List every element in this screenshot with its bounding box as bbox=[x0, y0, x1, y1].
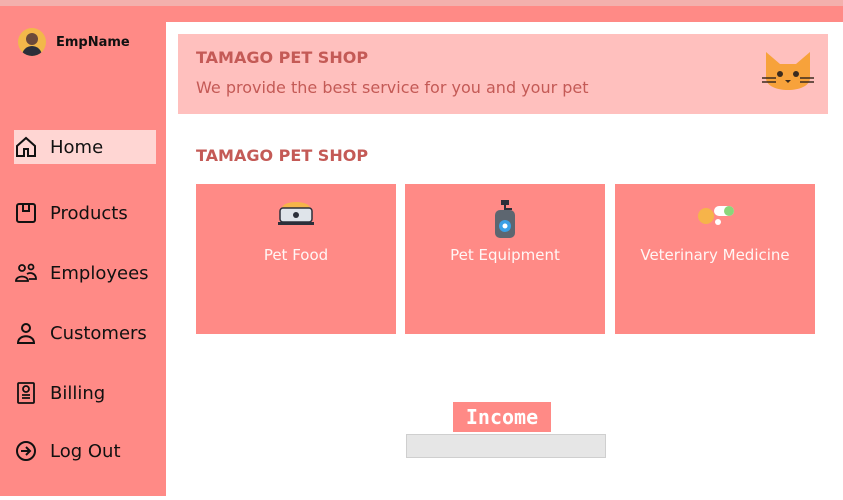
card-veterinary-medicine[interactable]: Veterinary Medicine bbox=[615, 184, 815, 334]
logout-icon bbox=[14, 439, 38, 463]
section-title: TAMAGO PET SHOP bbox=[196, 146, 369, 165]
sidebar: EmpName Home Products Employees Customer… bbox=[0, 6, 166, 496]
sidebar-item-logout[interactable]: Log Out bbox=[14, 434, 156, 468]
sidebar-item-home[interactable]: Home bbox=[14, 130, 156, 164]
banner-title: TAMAGO PET SHOP bbox=[196, 48, 369, 67]
pet-food-bowl-icon bbox=[278, 202, 314, 225]
receipt-icon bbox=[14, 381, 38, 405]
sidebar-item-products[interactable]: Products bbox=[14, 196, 156, 230]
card-label: Pet Food bbox=[263, 246, 329, 264]
sidebar-item-label: Employees bbox=[50, 262, 149, 284]
user-profile: EmpName bbox=[18, 28, 130, 56]
sidebar-item-label: Customers bbox=[50, 322, 147, 344]
main-content: TAMAGO PET SHOP We provide the best serv… bbox=[166, 22, 843, 496]
sidebar-item-label: Home bbox=[50, 136, 104, 158]
sidebar-item-employees[interactable]: Employees bbox=[14, 256, 156, 290]
income-title: Income bbox=[453, 402, 551, 432]
avatar-icon bbox=[18, 28, 46, 56]
card-label: Pet Equipment bbox=[450, 246, 560, 264]
medicine-pills-icon bbox=[698, 206, 734, 225]
sidebar-item-customers[interactable]: Customers bbox=[14, 316, 156, 350]
card-label: Veterinary Medicine bbox=[640, 246, 790, 264]
person-icon bbox=[14, 321, 38, 345]
sidebar-item-label: Products bbox=[50, 202, 128, 224]
card-pet-equipment[interactable]: Pet Equipment bbox=[405, 184, 605, 334]
home-icon bbox=[14, 135, 38, 159]
window-bottom-border bbox=[0, 496, 843, 500]
card-pet-food[interactable]: Pet Food bbox=[196, 184, 396, 334]
sidebar-item-label: Log Out bbox=[50, 440, 121, 462]
pet-shampoo-icon bbox=[495, 200, 515, 238]
box-icon bbox=[14, 201, 38, 225]
income-value-field bbox=[406, 434, 606, 458]
user-name: EmpName bbox=[56, 34, 130, 50]
header-banner: TAMAGO PET SHOP We provide the best serv… bbox=[178, 34, 828, 114]
sidebar-item-billing[interactable]: Billing bbox=[14, 376, 156, 410]
banner-subtitle: We provide the best service for you and … bbox=[196, 78, 589, 97]
group-icon bbox=[14, 261, 38, 285]
cat-icon bbox=[762, 52, 814, 90]
sidebar-item-label: Billing bbox=[50, 382, 106, 404]
